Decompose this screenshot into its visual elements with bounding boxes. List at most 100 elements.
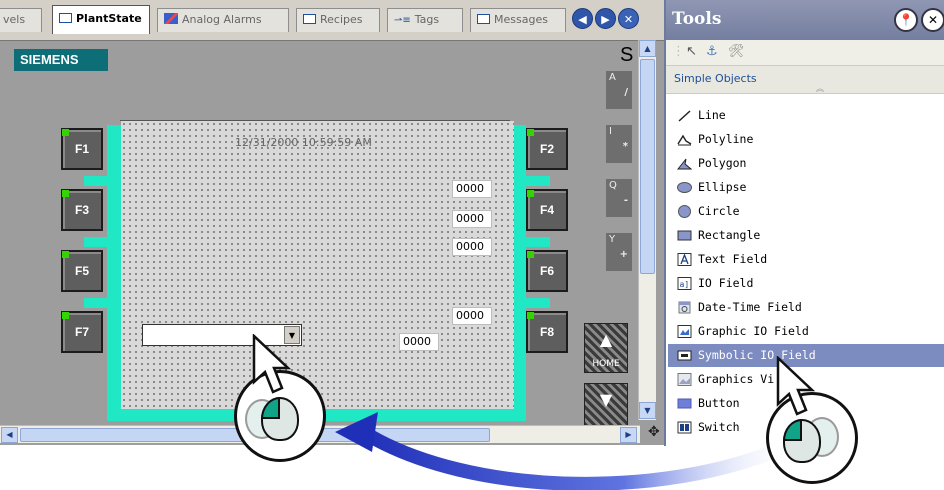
io-field-icon: a] — [677, 277, 692, 290]
group-title: Simple Objects — [674, 72, 757, 85]
tab-recipes[interactable]: Recipes — [296, 8, 380, 32]
date-time-field[interactable]: 12/31/2000 10:59:59 AM — [235, 136, 372, 149]
move-icon[interactable]: ✥ — [648, 424, 660, 440]
tool-label: Polyline — [698, 132, 754, 146]
scroll-left-button[interactable]: ◀ — [1, 427, 18, 443]
scroll-thumb[interactable] — [640, 59, 655, 274]
side-key-a[interactable]: A / — [606, 71, 632, 109]
toolbar-grip: ⋮ — [672, 44, 685, 59]
function-key-f6[interactable]: F6 — [526, 250, 568, 292]
tool-label: Circle — [698, 204, 740, 218]
io-field[interactable]: 0000 — [452, 180, 492, 198]
function-key-f7[interactable]: F7 — [61, 311, 103, 353]
io-field[interactable]: 0000 — [452, 307, 492, 325]
ellipse-icon — [677, 182, 692, 193]
line-icon — [678, 110, 691, 122]
collapse-chevron-icon[interactable]: ︽ — [816, 84, 824, 94]
tool-label: Text Field — [698, 252, 768, 266]
tab-scroll-right-button[interactable]: ▶ — [595, 8, 616, 29]
side-key-q[interactable]: Q- — [606, 179, 632, 217]
tab-messages[interactable]: Messages — [470, 8, 566, 32]
tool-io-field[interactable]: a] IO Field — [668, 272, 944, 295]
hmi-frame-notch — [84, 298, 110, 308]
tool-label: IO Field — [698, 276, 754, 290]
date-time-field-icon — [678, 301, 691, 314]
tool-date-time-field[interactable]: Date-Time Field — [668, 296, 944, 319]
tool-polyline[interactable]: Polyline — [668, 128, 944, 151]
tool-label: Line — [698, 108, 726, 122]
mouse-left-button-icon — [783, 419, 802, 441]
function-key-f4[interactable]: F4 — [526, 189, 568, 231]
close-tools-button[interactable]: ✕ — [921, 8, 944, 32]
pin-icon[interactable]: 📍 — [894, 8, 918, 32]
io-field[interactable]: 0000 — [452, 210, 492, 228]
tab-analog-alarms[interactable]: Analog Alarms — [157, 8, 289, 32]
circle-icon — [678, 205, 691, 218]
screen-canvas[interactable]: SIEMENS S 12/31/2000 10:59:59 AM F1 F3 F… — [0, 40, 664, 445]
tab-plantstate[interactable]: PlantState — [52, 5, 150, 34]
key-led — [527, 129, 534, 136]
key-label: F6 — [539, 264, 554, 278]
tab-tags[interactable]: ⇀≡ Tags — [387, 8, 463, 32]
simple-objects-group[interactable]: Simple Objects ︽ — [666, 66, 944, 94]
anchor-icon[interactable]: ⚓ — [706, 44, 718, 59]
tool-ellipse[interactable]: Ellipse — [668, 176, 944, 199]
function-key-f2[interactable]: F2 — [526, 128, 568, 170]
tool-label: Date-Time Field — [698, 300, 802, 314]
hmi-frame-right — [514, 125, 526, 417]
side-key-i[interactable]: I * — [606, 125, 632, 163]
io-field[interactable]: 0000 — [399, 333, 439, 351]
hmi-corner-letter: S — [620, 44, 634, 66]
key-label: F1 — [74, 142, 89, 156]
key-led — [62, 190, 69, 197]
tool-line[interactable]: Line — [668, 104, 944, 127]
tool-circle[interactable]: Circle — [668, 200, 944, 223]
cursor-icon — [252, 334, 292, 394]
tool-label: Graphics Vi — [698, 372, 775, 386]
close-editor-button[interactable]: ✕ — [618, 8, 639, 29]
wrench-icon[interactable]: 🛠 — [728, 44, 745, 59]
pointer-icon[interactable]: ↖ — [686, 44, 697, 59]
vertical-scrollbar[interactable]: ▲ ▼ — [638, 40, 656, 420]
key-label: F3 — [74, 203, 89, 217]
function-key-f3[interactable]: F3 — [61, 189, 103, 231]
tab-label: Analog Alarms — [182, 13, 262, 26]
scroll-down-button[interactable]: ▼ — [639, 402, 656, 419]
text-field-icon — [677, 253, 692, 266]
arrow-up-icon: ▲ — [599, 330, 613, 349]
tool-polygon[interactable]: Polygon — [668, 152, 944, 175]
tags-icon: ⇀≡ — [394, 15, 411, 26]
tool-label: Button — [698, 396, 740, 410]
polyline-icon — [677, 134, 692, 146]
end-key[interactable]: ▼ — [584, 383, 628, 427]
tab-levels[interactable]: vels — [0, 8, 42, 32]
function-key-f5[interactable]: F5 — [61, 250, 103, 292]
tool-graphic-io-field[interactable]: Graphic IO Field — [668, 320, 944, 343]
graphics-view-icon — [677, 373, 692, 386]
tool-label: Switch — [698, 420, 740, 434]
home-key[interactable]: ▲ HOME — [584, 323, 628, 373]
function-key-f1[interactable]: F1 — [61, 128, 103, 170]
rectangle-icon — [677, 230, 692, 241]
hmi-frame-notch — [84, 176, 110, 186]
tool-text-field[interactable]: Text Field — [668, 248, 944, 271]
hmi-frame-notch — [524, 176, 550, 186]
side-key-bottom-label: * — [622, 141, 628, 152]
tab-label: Messages — [494, 13, 548, 26]
side-key-top-label: A — [609, 72, 616, 83]
tab-label: Recipes — [320, 13, 363, 26]
key-led — [62, 251, 69, 258]
tab-scroll-left-button[interactable]: ◀ — [572, 8, 593, 29]
symbolic-io-field-icon — [677, 350, 692, 361]
tools-toolbar: ⋮ ↖ ⚓ 🛠 — [666, 40, 944, 66]
scroll-up-button[interactable]: ▲ — [639, 40, 656, 57]
scroll-right-button[interactable]: ▶ — [620, 427, 637, 443]
hmi-screen-area[interactable] — [121, 121, 514, 416]
function-key-f8[interactable]: F8 — [526, 311, 568, 353]
tool-rectangle[interactable]: Rectangle — [668, 224, 944, 247]
key-led — [62, 129, 69, 136]
io-field[interactable]: 0000 — [452, 238, 492, 256]
recipe-icon — [303, 14, 316, 24]
side-key-y[interactable]: Y + — [606, 233, 632, 271]
hmi-frame-notch — [84, 237, 110, 247]
